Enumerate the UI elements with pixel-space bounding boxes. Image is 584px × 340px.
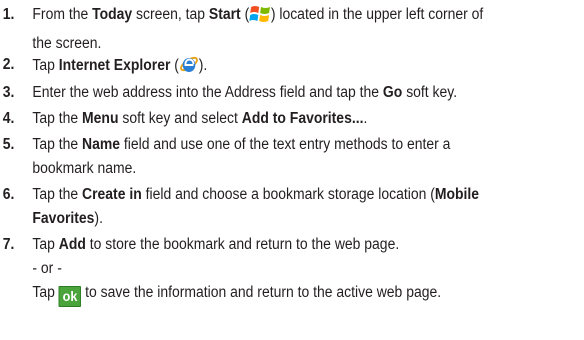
step-text: ) located in the upper left corner of	[270, 6, 484, 23]
step-text: Tap the	[32, 136, 83, 153]
windows-start-flag-icon	[249, 3, 271, 32]
instruction-document: 1. From the Today screen, tap Start ( ) …	[0, 0, 584, 340]
field-name-label: Name	[82, 136, 121, 153]
step-number: 1.	[2, 6, 15, 23]
screen-name: Today	[92, 6, 133, 23]
step-text: field and use one of the text entry meth…	[120, 136, 451, 153]
step-number: 5.	[2, 136, 15, 153]
step-4: 4. Tap the Menu soft key and select Add …	[0, 107, 526, 131]
location-label: Mobile	[434, 186, 480, 203]
app-name: Internet Explorer	[58, 57, 171, 74]
step-number: 6.	[2, 186, 15, 203]
step-text: screen, tap	[132, 6, 209, 23]
step-5: 5. Tap the Name field and use one of the…	[0, 133, 526, 181]
step-number: 2.	[2, 56, 15, 73]
step-7: 7. Tap Add to store the bookmark and ret…	[0, 233, 526, 307]
internet-explorer-icon	[179, 53, 199, 83]
menu-option-label: Add to Favorites...	[241, 110, 364, 127]
menu-key-label: Menu	[82, 110, 119, 127]
step-text: Tap	[32, 57, 59, 74]
step-text: Tap the	[32, 186, 83, 203]
step-text: Tap the	[32, 110, 83, 127]
step-1: 1. From the Today screen, tap Start ( ) …	[0, 3, 526, 56]
step-text: Tap	[32, 236, 59, 253]
step-text: bookmark name.	[32, 160, 137, 177]
step-number: 4.	[2, 110, 15, 127]
step-text: (	[170, 57, 179, 74]
step-number: 3.	[2, 84, 15, 101]
step-text: ).	[94, 210, 103, 227]
start-label: Start	[208, 6, 241, 23]
step-3: 3. Enter the web address into the Addres…	[0, 81, 526, 105]
step-text: field and choose a bookmark storage loca…	[141, 186, 435, 203]
or-separator: - or -	[32, 260, 62, 277]
add-label: Add	[58, 236, 86, 253]
step-text: to save the information and return to th…	[81, 284, 442, 301]
step-text: to store the bookmark and return to the …	[85, 236, 400, 253]
step-text: Tap	[32, 284, 59, 301]
location-label: Favorites	[32, 210, 95, 227]
step-text: .	[363, 110, 368, 127]
step-6: 6. Tap the Create in field and choose a …	[0, 183, 526, 231]
step-text: soft key and select	[118, 110, 242, 127]
ok-button-icon: ok	[58, 286, 82, 307]
step-text: soft key.	[402, 84, 458, 101]
step-2: 2. Tap Internet Explorer ( ).	[0, 53, 526, 83]
step-text: ).	[198, 57, 208, 74]
step-text: Enter the web address into the Address f…	[32, 84, 383, 101]
field-name-label: Create in	[82, 186, 142, 203]
step-text: (	[240, 6, 250, 23]
go-key-label: Go	[382, 84, 403, 101]
step-text: From the	[32, 6, 93, 23]
step-number: 7.	[2, 236, 15, 253]
